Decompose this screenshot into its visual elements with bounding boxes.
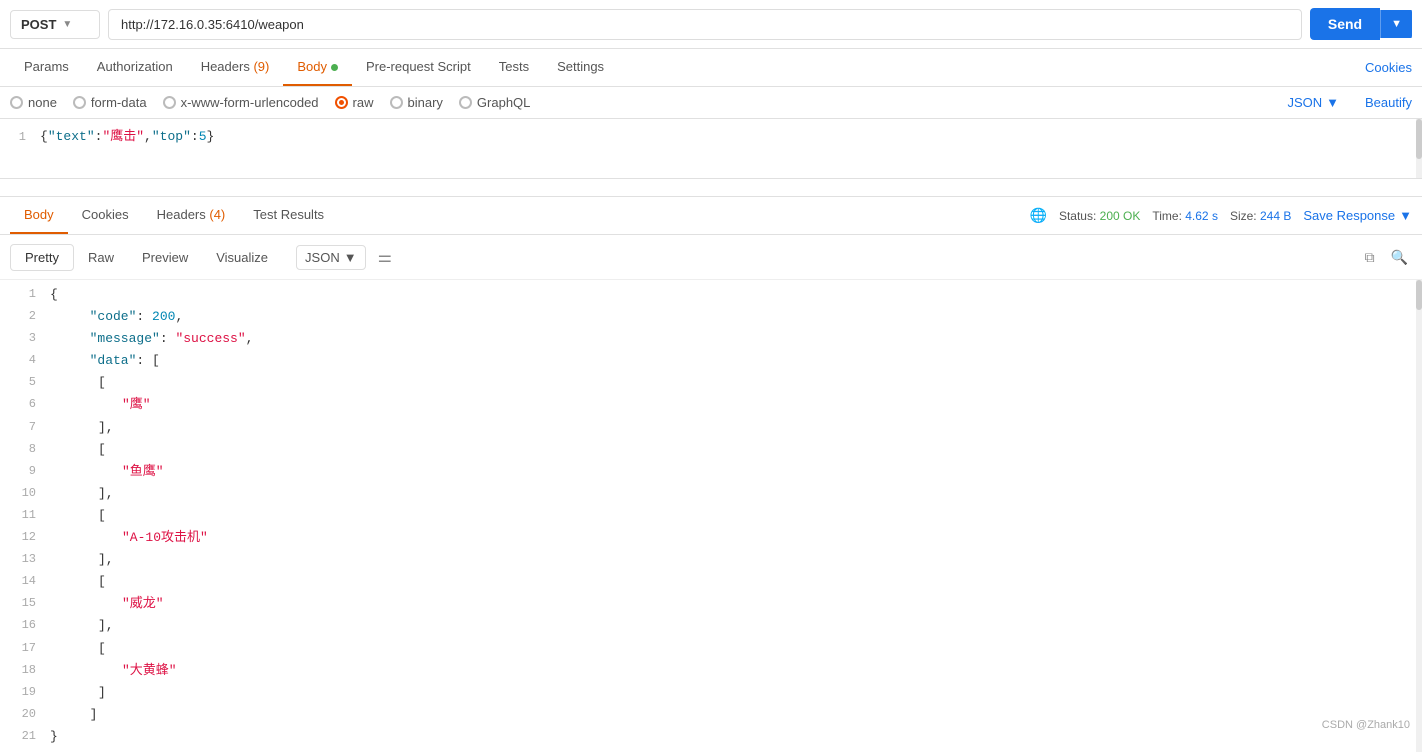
radio-binary[interactable]: binary [390,95,443,110]
watermark: CSDN @Zhank10 [1322,719,1410,731]
resp-tab-cookies[interactable]: Cookies [68,197,143,234]
response-line: 9"鱼鹰" [0,461,1422,483]
response-lines: 1{2 "code": 200,3 "message": "success",4… [0,284,1422,748]
resp-view-right-icons: ⧉ 🔍 [1361,245,1412,270]
radio-form-data[interactable]: form-data [73,95,147,110]
resp-tab-body[interactable]: Body [10,197,68,234]
response-line: 21} [0,726,1422,748]
response-line: 3 "message": "success", [0,328,1422,350]
tab-pre-request-script[interactable]: Pre-request Script [352,49,485,86]
req-scrollbar-thumb [1416,119,1422,159]
resp-scrollbar-thumb [1416,280,1422,310]
req-scrollbar [1416,119,1422,178]
url-input[interactable] [108,9,1302,40]
response-format-select[interactable]: JSON ▼ [296,245,366,270]
tab-body[interactable]: Body [283,49,352,86]
method-select[interactable]: POST ▼ [10,10,100,39]
response-body-area: 1{2 "code": 200,3 "message": "success",4… [0,280,1422,752]
response-line: 1{ [0,284,1422,306]
resp-tab-headers[interactable]: Headers (4) [143,197,240,234]
request-body-editor[interactable]: 1 {"text":"鹰击","top":5} [0,119,1422,179]
send-dropdown-button[interactable]: ▼ [1380,10,1412,38]
radio-raw-dot [335,96,348,109]
response-line: 16], [0,615,1422,637]
radio-graphql[interactable]: GraphQL [459,95,530,110]
response-line: 19] [0,682,1422,704]
view-tab-raw[interactable]: Raw [74,245,128,270]
request-tabs: Params Authorization Headers (9) Body Pr… [0,49,1422,87]
response-line: 14[ [0,571,1422,593]
response-meta: 🌐 Status: 200 OK Time: 4.62 s Size: 244 … [1030,207,1413,224]
radio-none-dot [10,96,23,109]
view-tab-visualize[interactable]: Visualize [202,245,282,270]
globe-icon: 🌐 [1030,207,1047,224]
radio-form-data-dot [73,96,86,109]
radio-binary-dot [390,96,403,109]
cookies-link[interactable]: Cookies [1365,50,1412,85]
view-tab-pretty[interactable]: Pretty [10,244,74,271]
format-chevron-icon: ▼ [1326,95,1339,110]
resp-scrollbar [1416,280,1422,752]
response-line: 15"威龙" [0,593,1422,615]
response-line: 6"鹰" [0,394,1422,416]
response-line: 17[ [0,638,1422,660]
response-line: 4 "data": [ [0,350,1422,372]
response-line: 11[ [0,505,1422,527]
send-button-group: Send ▼ [1310,8,1412,40]
editor-padding [0,179,1422,197]
url-bar: POST ▼ Send ▼ [0,0,1422,49]
search-icon[interactable]: 🔍 [1387,245,1412,270]
response-line: 12"A-10攻击机" [0,527,1422,549]
copy-icon[interactable]: ⧉ [1361,245,1379,270]
send-button[interactable]: Send [1310,8,1380,40]
save-response-button[interactable]: Save Response ▼ [1303,208,1412,223]
tab-settings[interactable]: Settings [543,49,618,86]
response-line: 8[ [0,439,1422,461]
response-line: 13], [0,549,1422,571]
beautify-button[interactable]: Beautify [1365,95,1412,110]
view-tab-preview[interactable]: Preview [128,245,202,270]
response-line: 2 "code": 200, [0,306,1422,328]
radio-urlencoded[interactable]: x-www-form-urlencoded [163,95,319,110]
resp-tab-test-results[interactable]: Test Results [239,197,338,234]
response-line: 20 ] [0,704,1422,726]
response-line: 10], [0,483,1422,505]
tab-params[interactable]: Params [10,49,83,86]
tab-tests[interactable]: Tests [485,49,543,86]
filter-icon[interactable]: ⚌ [374,243,396,271]
response-view-tabs: Pretty Raw Preview Visualize JSON ▼ ⚌ ⧉ … [0,235,1422,280]
resp-format-chevron-icon: ▼ [344,250,357,265]
response-line: 5[ [0,372,1422,394]
radio-none[interactable]: none [10,95,57,110]
radio-graphql-dot [459,96,472,109]
response-line: 7], [0,417,1422,439]
response-line: 18"大黄蜂" [0,660,1422,682]
response-header: Body Cookies Headers (4) Test Results 🌐 … [0,197,1422,235]
response-tabs: Body Cookies Headers (4) Test Results [10,197,338,234]
body-format-select[interactable]: JSON ▼ [1287,95,1339,110]
save-response-chevron-icon: ▼ [1399,208,1412,223]
method-label: POST [21,17,56,32]
tab-authorization[interactable]: Authorization [83,49,187,86]
body-type-row: none form-data x-www-form-urlencoded raw… [0,87,1422,119]
tab-headers[interactable]: Headers (9) [187,49,284,86]
radio-raw[interactable]: raw [335,95,374,110]
method-chevron-icon: ▼ [62,19,72,30]
code-editor-content: 1 {"text":"鹰击","top":5} [0,119,1422,156]
req-line-1: 1 {"text":"鹰击","top":5} [0,125,1422,150]
radio-urlencoded-dot [163,96,176,109]
